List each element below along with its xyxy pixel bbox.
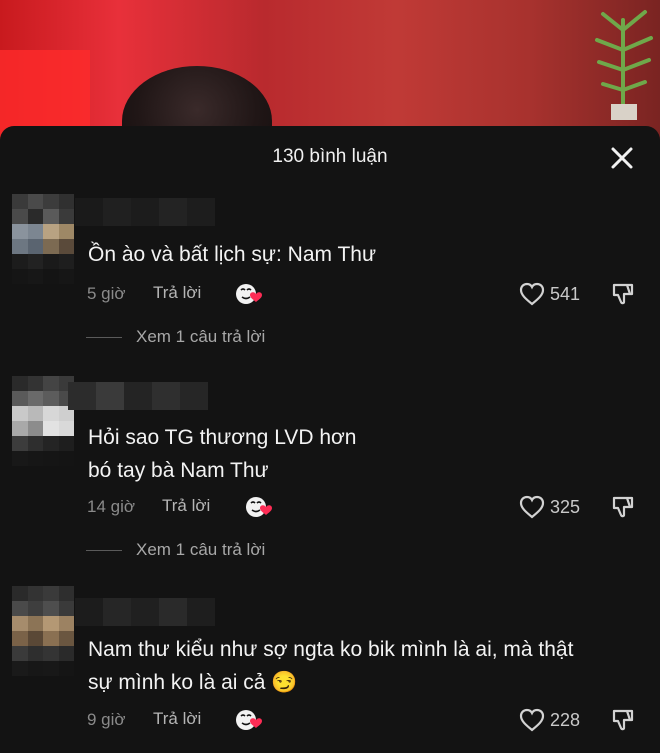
- heart-icon: [519, 708, 545, 732]
- view-replies-button[interactable]: Xem 1 câu trả lời: [86, 540, 265, 560]
- like-button[interactable]: 228: [518, 707, 580, 733]
- comment-text-line: bó tay bà Nam Thư: [88, 459, 269, 482]
- heart-icon: [519, 282, 545, 306]
- comment-text-line: sự mình ko là ai cả 😏: [88, 671, 298, 694]
- comment-text: Nam thư kiểu như sợ ngta ko bik mình là …: [88, 633, 573, 699]
- avatar[interactable]: [12, 194, 74, 284]
- comment-text: Ồn ào và bất lịch sự: Nam Thư: [88, 238, 376, 271]
- comment-time: 9 giờ: [87, 710, 126, 729]
- username-blurred[interactable]: [75, 598, 215, 626]
- like-button[interactable]: 325: [518, 494, 580, 520]
- comment-text-line: Hỏi sao TG thương LVD hơn: [88, 426, 357, 449]
- video-background: [0, 0, 660, 140]
- view-replies-button[interactable]: Xem 1 câu trả lời: [86, 327, 265, 347]
- emoji-reaction-icon[interactable]: [234, 281, 264, 307]
- avatar[interactable]: [12, 376, 74, 466]
- like-count: 228: [550, 709, 581, 730]
- divider: [86, 336, 122, 338]
- dislike-icon[interactable]: [610, 707, 636, 733]
- like-count: 325: [550, 496, 581, 517]
- comments-header: 130 bình luận: [0, 126, 660, 190]
- emoji-reaction-icon[interactable]: [244, 494, 274, 520]
- avatar[interactable]: [12, 586, 74, 676]
- view-replies-label: Xem 1 câu trả lời: [136, 540, 266, 559]
- close-icon[interactable]: [608, 144, 636, 172]
- reply-button[interactable]: Trả lời: [162, 496, 210, 516]
- username-blurred[interactable]: [75, 198, 215, 226]
- plant-decoration: [595, 10, 653, 120]
- reply-button[interactable]: Trả lời: [153, 709, 201, 729]
- comment-text-line: Nam thư kiểu như sợ ngta ko bik mình là …: [88, 638, 574, 661]
- comment-text: Hỏi sao TG thương LVD hơn bó tay bà Nam …: [88, 421, 356, 487]
- reply-button[interactable]: Trả lời: [153, 283, 201, 303]
- comments-sheet: 130 bình luận Ồn ào và bất lịch sự: Nam …: [0, 126, 660, 753]
- heart-icon: [519, 495, 545, 519]
- comments-count-title: 130 bình luận: [272, 146, 388, 167]
- view-replies-label: Xem 1 câu trả lời: [136, 327, 266, 346]
- comment-time: 14 giờ: [87, 497, 136, 516]
- divider: [86, 549, 122, 551]
- like-button[interactable]: 541: [518, 281, 580, 307]
- like-count: 541: [550, 283, 581, 304]
- dislike-icon[interactable]: [610, 494, 636, 520]
- comment-time: 5 giờ: [87, 284, 126, 303]
- emoji-reaction-icon[interactable]: [234, 707, 264, 733]
- username-blurred[interactable]: [68, 382, 208, 410]
- comment-text-line: Ồn ào và bất lịch sự: Nam Thư: [88, 243, 377, 266]
- dislike-icon[interactable]: [610, 281, 636, 307]
